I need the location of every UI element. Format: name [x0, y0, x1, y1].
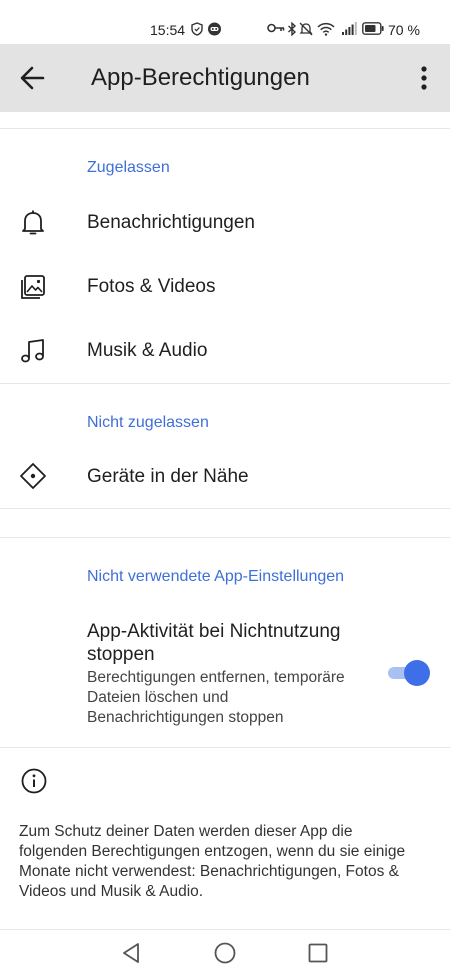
divider	[0, 508, 450, 509]
app-bar: App-Berechtigungen	[0, 44, 450, 112]
status-time: 15:54	[150, 22, 186, 38]
page-title: App-Berechtigungen	[91, 64, 310, 91]
nearby-devices-icon	[20, 463, 46, 489]
bluetooth-icon	[288, 22, 297, 36]
divider	[0, 537, 450, 538]
info-text: Zum Schutz deiner Daten werden dieser Ap…	[19, 823, 406, 900]
notification-bot-icon	[208, 22, 221, 36]
permission-label: Geräte in der Nähe	[87, 466, 249, 487]
divider	[0, 747, 450, 748]
back-triangle-icon[interactable]	[119, 940, 145, 966]
more-vert-icon[interactable]	[412, 64, 436, 92]
pause-app-activity-setting[interactable]: App-Aktivität bei Nichtnutzung stoppen B…	[0, 612, 450, 737]
permission-label: Musik & Audio	[87, 340, 208, 361]
toggle-thumb	[404, 660, 430, 686]
section-header-allowed: Zugelassen	[87, 159, 170, 176]
permission-item-photos-videos[interactable]: Fotos & Videos	[0, 255, 450, 319]
arrow-back-icon[interactable]	[18, 64, 48, 92]
section-header-not-allowed: Nicht zugelassen	[87, 414, 209, 431]
bell-icon	[22, 210, 44, 235]
pause-app-activity-toggle[interactable]	[386, 660, 430, 686]
permission-item-nearby-devices[interactable]: Geräte in der Nähe	[0, 444, 450, 508]
wifi-icon	[317, 22, 335, 36]
battery-icon	[362, 22, 384, 35]
app-permissions-screen: 15:54 70 % App-Berechtigungen Zugelassen…	[0, 0, 450, 977]
setting-description: Berechtigungen entfernen, temporäre Date…	[87, 669, 345, 726]
home-circle-icon[interactable]	[212, 940, 238, 966]
shield-icon	[191, 22, 203, 36]
section-header-unused-app-settings: Nicht verwendete App-Einstellungen	[87, 568, 345, 585]
info-icon	[21, 768, 47, 794]
mute-icon	[299, 22, 313, 36]
music-note-icon	[21, 339, 44, 363]
permission-label: Benachrichtigungen	[87, 212, 255, 233]
battery-percent: 70 %	[388, 22, 420, 38]
signal-icon	[342, 22, 357, 35]
permission-item-music-audio[interactable]: Musik & Audio	[0, 319, 450, 383]
divider	[0, 128, 450, 129]
permission-label: Fotos & Videos	[87, 276, 216, 297]
divider	[0, 383, 450, 384]
photos-icon	[21, 275, 45, 299]
permission-item-notifications[interactable]: Benachrichtigungen	[0, 190, 450, 254]
key-icon	[267, 23, 285, 33]
setting-title: App-Aktivität bei Nichtnutzung stoppen	[87, 621, 341, 665]
status-bar: 15:54 70 %	[0, 0, 450, 44]
system-nav-bar	[0, 930, 450, 977]
recents-square-icon[interactable]	[305, 940, 331, 966]
